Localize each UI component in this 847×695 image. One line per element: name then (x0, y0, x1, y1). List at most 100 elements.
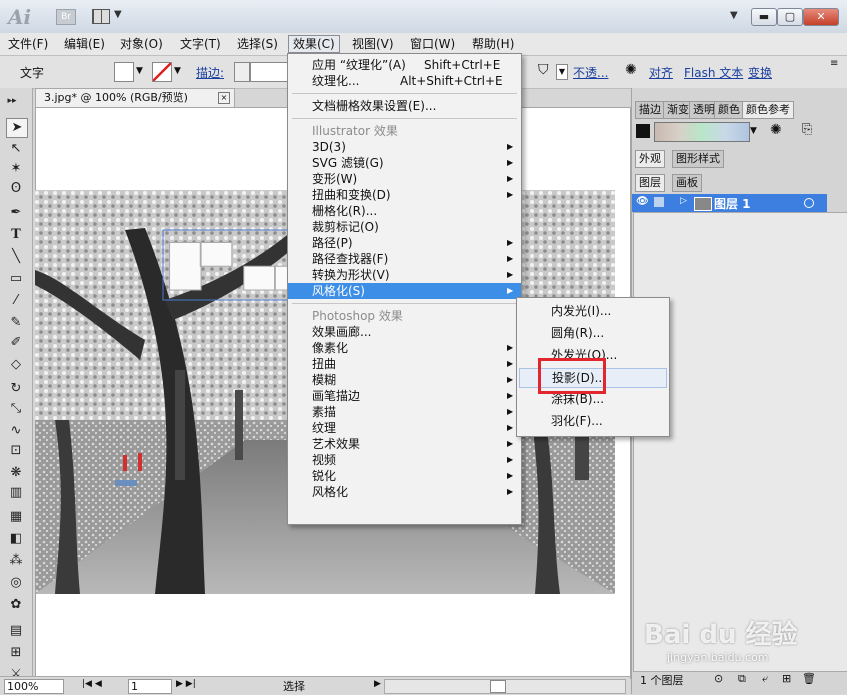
bridge-button[interactable]: Br (56, 9, 76, 25)
clipping-mask-icon[interactable]: ⧉ (738, 672, 746, 686)
layer-row[interactable]: 👁 ▷ 图层 1 (632, 194, 827, 212)
effect-menu-item[interactable]: 素描 ▶ (288, 404, 521, 420)
effect-menu-item[interactable]: 应用 “纹理化”(A) Shift+Ctrl+E (288, 57, 521, 73)
chevron-down-icon[interactable]: ▼ (136, 66, 143, 76)
gradient-tool-icon[interactable]: ◧ (6, 530, 26, 548)
effect-menu-item[interactable]: 裁剪标记(O) (288, 219, 521, 235)
magic-wand-tool-icon[interactable]: ✶ (6, 160, 26, 178)
active-color-swatch[interactable] (636, 124, 650, 138)
menu-window[interactable]: 窗口(W) (406, 36, 459, 52)
tab-color-guide[interactable]: 颜色参考 (742, 101, 794, 119)
effect-menu-item[interactable]: 路径查找器(F) ▶ (288, 251, 521, 267)
menu-object[interactable]: 对象(O) (116, 36, 167, 52)
scrollbar-thumb[interactable] (490, 680, 506, 693)
maximize-button[interactable]: ▢ (777, 8, 803, 26)
pencil-tool-icon[interactable]: ✎ (6, 314, 26, 332)
stroke-swatch[interactable] (152, 62, 172, 82)
effect-menu-item[interactable]: 模糊 ▶ (288, 372, 521, 388)
pen-tool-icon[interactable]: ✒ (6, 204, 26, 222)
recolor-icon[interactable]: ✺ (770, 122, 782, 138)
panel-menu-icon[interactable]: ≡ (830, 58, 838, 69)
flash-text-link[interactable]: Flash 文本 (684, 64, 743, 81)
effect-menu-item[interactable]: 效果画廊... (288, 324, 521, 340)
effect-menu-item[interactable]: 视频 ▶ (288, 452, 521, 468)
rectangle-tool-icon[interactable]: ▭ (6, 270, 26, 288)
lock-toggle[interactable] (654, 197, 664, 207)
effect-menu-item[interactable]: 像素化 ▶ (288, 340, 521, 356)
stylize-menu-item[interactable]: 羽化(F)... (517, 412, 669, 430)
mesh-tool-icon[interactable]: ▦ (6, 508, 26, 526)
effect-menu-item[interactable]: 纹理 ▶ (288, 420, 521, 436)
effect-menu-item[interactable]: 风格化(S) ▶ (288, 283, 521, 299)
layer-name[interactable]: 图层 1 (714, 195, 751, 212)
collapse-icon[interactable]: ▸▸ (2, 92, 22, 110)
close-icon[interactable]: × (218, 92, 230, 104)
chevron-down-icon[interactable]: ▼ (556, 64, 568, 80)
stroke-link[interactable]: 描边: (196, 64, 224, 81)
effect-menu-item[interactable]: 画笔描边 ▶ (288, 388, 521, 404)
effect-menu-item[interactable]: 锐化 ▶ (288, 468, 521, 484)
stylize-menu-item[interactable]: 内发光(I)... (517, 302, 669, 320)
effect-menu-item[interactable]: 3D(3) ▶ (288, 139, 521, 155)
tab-artboards[interactable]: 画板 (672, 174, 702, 192)
selection-tool-icon[interactable]: ➤ (6, 118, 28, 138)
line-tool-icon[interactable]: ╲ (6, 248, 26, 266)
effect-menu-item[interactable]: 变形(W) ▶ (288, 171, 521, 187)
save-swatches-icon[interactable]: ⎘ (802, 122, 812, 137)
rotate-tool-icon[interactable]: ↻ (6, 380, 26, 398)
effect-menu-item[interactable]: SVG 滤镜(G) ▶ (288, 155, 521, 171)
menu-effect[interactable]: 效果(C) (288, 35, 340, 53)
symbol-tool-icon[interactable]: ✿ (6, 596, 26, 614)
close-button[interactable]: ✕ (803, 8, 839, 26)
brush-icon[interactable]: ⛉ (538, 62, 549, 78)
menu-file[interactable]: 文件(F) (4, 36, 52, 52)
chevron-right-icon[interactable]: ▶ (374, 679, 381, 689)
graph-tool-icon[interactable]: ▤ (6, 622, 26, 640)
effect-menu-item[interactable]: 转换为形状(V) ▶ (288, 267, 521, 283)
chevron-right-icon[interactable]: ▷ (680, 196, 687, 206)
lasso-tool-icon[interactable]: ʘ (6, 180, 26, 198)
opacity-link[interactable]: 不透... (573, 64, 608, 81)
recolor-icon[interactable]: ✺ (625, 62, 637, 78)
minimize-button[interactable]: ▬ (751, 8, 777, 26)
free-transform-tool-icon[interactable]: ⊡ (6, 442, 26, 460)
arrange-documents-icon[interactable] (92, 9, 110, 24)
effect-menu-item[interactable]: 艺术效果 ▶ (288, 436, 521, 452)
chevron-down-icon[interactable]: ▼ (114, 9, 122, 20)
column-graph-tool-icon[interactable]: ▥ (6, 484, 26, 502)
last-page-icon[interactable]: ▶ ▶| (176, 679, 196, 689)
tab-layers[interactable]: 图层 (635, 174, 665, 192)
chevron-down-icon[interactable]: ▼ (174, 66, 181, 76)
first-page-icon[interactable]: |◀ ◀ (82, 679, 102, 689)
fill-swatch[interactable] (114, 62, 134, 82)
tab-graphic-styles[interactable]: 图形样式 (672, 150, 724, 168)
locate-object-icon[interactable]: ⊙ (714, 672, 723, 685)
transform-link[interactable]: 变换 (748, 64, 772, 81)
menu-view[interactable]: 视图(V) (348, 36, 398, 52)
effect-menu-item[interactable]: 风格化 ▶ (288, 484, 521, 500)
artboard-tool-icon[interactable]: ⊞ (6, 644, 26, 662)
menu-type[interactable]: 文字(T) (176, 36, 225, 52)
delete-layer-icon[interactable]: 🗑 (802, 672, 816, 685)
effect-menu-item[interactable]: 纹理化... Alt+Shift+Ctrl+E (288, 73, 521, 89)
menu-select[interactable]: 选择(S) (233, 36, 282, 52)
eyedropper-tool-icon[interactable]: ⁂ (6, 552, 26, 570)
new-layer-icon[interactable]: ⊞ (782, 672, 791, 685)
symbol-sprayer-tool-icon[interactable]: ❋ (6, 464, 26, 482)
scale-tool-icon[interactable]: ⤡ (6, 400, 26, 418)
blob-brush-tool-icon[interactable]: ✐ (6, 334, 26, 352)
chevron-down-icon[interactable]: ▼ (750, 126, 757, 136)
tab-color[interactable]: 颜色 (714, 101, 744, 119)
page-select[interactable]: 1 (128, 679, 172, 694)
align-link[interactable]: 对齐 (649, 64, 673, 81)
eye-icon[interactable]: 👁 (636, 196, 649, 207)
menu-help[interactable]: 帮助(H) (468, 36, 518, 52)
effect-menu-item[interactable]: 扭曲 ▶ (288, 356, 521, 372)
eraser-tool-icon[interactable]: ◇ (6, 356, 26, 374)
stroke-weight-stepper[interactable] (234, 62, 250, 82)
warp-tool-icon[interactable]: ∿ (6, 422, 26, 440)
paintbrush-tool-icon[interactable]: ⁄ (6, 292, 26, 310)
zoom-select[interactable]: 100% (4, 679, 64, 694)
effect-menu-item[interactable]: 路径(P) ▶ (288, 235, 521, 251)
type-tool-icon[interactable]: T (6, 226, 26, 244)
